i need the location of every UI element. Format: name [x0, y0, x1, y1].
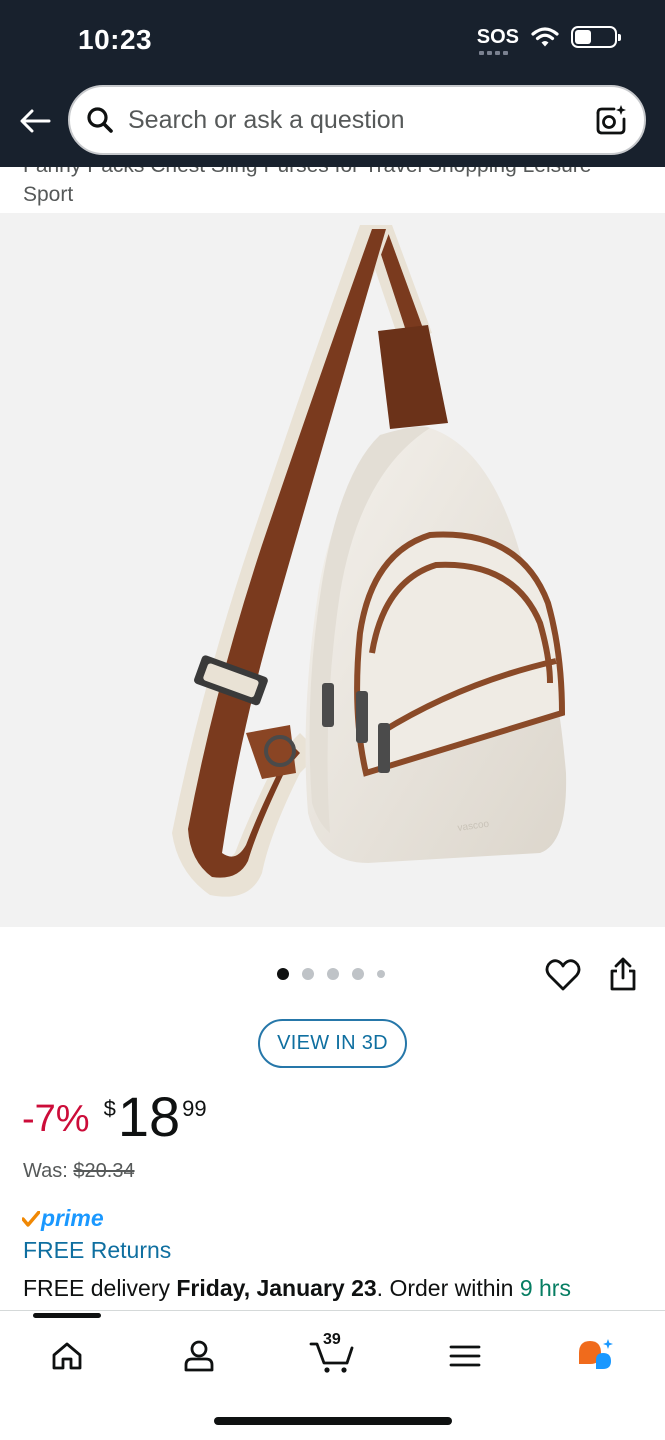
free-returns-link[interactable]: FREE Returns — [23, 1237, 171, 1264]
carousel-dots — [277, 968, 385, 980]
active-tab-indicator — [33, 1313, 101, 1318]
price-whole: 18 — [117, 1085, 181, 1148]
search-bar[interactable] — [68, 85, 646, 155]
signal-dots — [478, 51, 509, 55]
sos-label: SOS — [476, 26, 519, 48]
share-icon — [610, 957, 636, 991]
menu-icon — [449, 1345, 481, 1367]
discount-percent: -7% — [22, 1098, 90, 1140]
was-label: Was: — [23, 1160, 68, 1182]
carousel-dot[interactable] — [377, 970, 385, 978]
heart-icon — [545, 959, 581, 991]
back-arrow-icon — [20, 109, 51, 133]
price-currency: $ — [103, 1096, 116, 1121]
carousel-dot[interactable] — [327, 968, 339, 980]
camera-lens-icon[interactable] — [594, 103, 628, 137]
product-title: Fanny Packs Chest Sling Purses for Trave… — [23, 167, 591, 206]
product-image: vascoo — [172, 225, 567, 897]
rufus-icon — [579, 1339, 613, 1369]
prime-label: prime — [41, 1205, 104, 1231]
sos-indicator: SOS — [476, 26, 519, 55]
home-icon — [52, 1342, 82, 1370]
status-time: 10:23 — [78, 24, 153, 55]
back-button[interactable] — [16, 104, 54, 138]
delivery-countdown: 9 hrs — [519, 1275, 571, 1301]
search-icon — [87, 107, 113, 133]
carousel-dot[interactable] — [302, 968, 314, 980]
top-header: 10:23 SOS — [0, 0, 665, 167]
prime-badge[interactable]: prime — [22, 1205, 104, 1232]
carousel-dot-active[interactable] — [277, 968, 289, 980]
wifi-icon — [531, 27, 559, 47]
price-fraction: 99 — [182, 1096, 207, 1121]
cart-count: 39 — [323, 1331, 341, 1348]
product-image-carousel[interactable]: vascoo — [0, 213, 665, 927]
nav-rufus[interactable] — [566, 1331, 626, 1381]
share-button[interactable] — [608, 956, 640, 994]
view-in-3d-button[interactable]: VIEW IN 3D — [258, 1019, 407, 1068]
price-row: -7% $ 18 99 — [22, 1086, 207, 1148]
delivery-middle: . Order within — [376, 1275, 520, 1301]
delivery-info: FREE delivery Friday, January 23. Order … — [23, 1273, 663, 1303]
home-indicator[interactable] — [214, 1417, 452, 1425]
nav-cart[interactable]: 39 — [302, 1331, 362, 1381]
delivery-prefix: FREE delivery — [23, 1275, 177, 1301]
prime-check-icon — [22, 1210, 40, 1227]
battery-icon — [571, 26, 621, 48]
nav-account[interactable] — [169, 1331, 229, 1381]
product-title-strip: Fanny Packs Chest Sling Purses for Trave… — [0, 167, 665, 213]
nav-home[interactable] — [37, 1331, 97, 1381]
wishlist-button[interactable] — [545, 958, 581, 994]
status-icons: SOS — [476, 26, 621, 55]
delivery-date: Friday, January 23 — [176, 1275, 377, 1301]
was-price: $20.34 — [73, 1160, 135, 1182]
nav-menu[interactable] — [435, 1331, 495, 1381]
account-icon — [184, 1340, 214, 1372]
search-input[interactable] — [128, 105, 594, 135]
carousel-dot[interactable] — [352, 968, 364, 980]
was-price-row: Was: $20.34 — [23, 1160, 135, 1183]
